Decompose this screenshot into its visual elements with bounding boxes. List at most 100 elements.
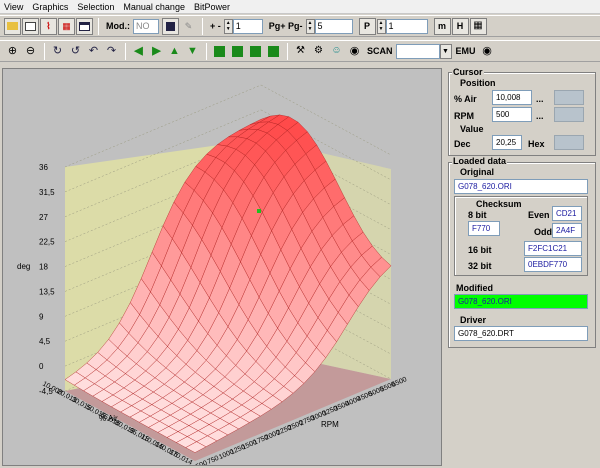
toolbar-separator <box>98 17 99 35</box>
info-panel: Cursor Position % Air 10,008 ... RPM 500… <box>446 66 598 466</box>
rotate-left-icon[interactable]: ↻ <box>49 43 66 60</box>
menu-manual-change[interactable]: Manual change <box>123 2 185 12</box>
bit8-field[interactable]: F770 <box>468 221 500 236</box>
rpm-dots: ... <box>536 111 544 121</box>
bit16-field[interactable]: F2FC1C21 <box>524 241 582 256</box>
chart-3d-icon[interactable]: ▦ <box>58 17 75 35</box>
plus-minus-input[interactable]: 1 <box>232 18 263 34</box>
undo-icon[interactable]: ↶ <box>85 43 102 60</box>
bit32-label: 32 bit <box>468 261 492 271</box>
modified-label: Modified <box>456 283 493 293</box>
cursor-marker <box>257 209 261 213</box>
hex-value-field[interactable] <box>554 135 584 150</box>
h-button[interactable]: H <box>451 17 469 35</box>
y-tick-label: 22,5 <box>39 238 55 247</box>
arrow-up-icon[interactable]: ▲ <box>166 43 183 60</box>
redo-icon[interactable]: ↷ <box>103 43 120 60</box>
value-label: Value <box>460 124 484 134</box>
y-tick-label: 0 <box>39 362 44 371</box>
pg-label: Pg+ Pg- <box>268 21 303 31</box>
select-row-icon[interactable] <box>229 43 246 60</box>
p-spinner[interactable]: ▲ ▼ <box>376 18 386 34</box>
toolbar-separator <box>287 42 288 60</box>
p-input[interactable]: 1 <box>385 18 428 34</box>
tools-icon[interactable]: ⚒ <box>292 43 309 60</box>
plus-minus-label: + - <box>210 21 221 31</box>
toolbar-separator <box>44 42 45 60</box>
y-tick-label: 27 <box>39 213 48 222</box>
even-field[interactable]: CD21 <box>552 206 582 221</box>
surface-chart-svg: 3631,52722,51813,594,50-4,5 10,00820,015… <box>17 84 408 468</box>
menu-view[interactable]: View <box>4 2 23 12</box>
pg-input[interactable]: 5 <box>314 18 353 34</box>
settings-icon[interactable]: ⚙ <box>310 43 327 60</box>
toolbar-separator <box>206 42 207 60</box>
table-view-icon[interactable] <box>22 17 39 35</box>
zoom-in-icon[interactable]: ⊕ <box>4 43 21 60</box>
menu-bar: View Graphics Selection Manual change Bi… <box>0 0 600 14</box>
scan-label: SCAN <box>367 46 393 56</box>
y-tick-label: 13,5 <box>39 287 55 296</box>
arrow-left-icon[interactable]: ◀ <box>130 43 147 60</box>
rpm-value-field[interactable]: 500 <box>492 107 532 122</box>
rotate-right-icon[interactable]: ↺ <box>67 43 84 60</box>
bit8-label: 8 bit <box>468 210 487 220</box>
loaded-data-title: Loaded data <box>452 156 508 166</box>
toolbar-separator <box>125 42 126 60</box>
pencil-icon[interactable]: ✎ <box>180 18 197 35</box>
cursor-title: Cursor <box>452 67 484 77</box>
even-label: Even <box>528 210 550 220</box>
select-column-icon[interactable] <box>247 43 264 60</box>
menu-selection[interactable]: Selection <box>77 2 114 12</box>
air-value-field[interactable]: 10,008 <box>492 90 532 105</box>
bit16-label: 16 bit <box>468 245 492 255</box>
open-folder-icon[interactable] <box>4 17 21 35</box>
person-icon[interactable]: ☺ <box>328 43 345 60</box>
mod-field[interactable]: NO <box>133 18 159 34</box>
plus-minus-spinner[interactable]: ▲ ▼ <box>223 18 233 34</box>
air-hex-field[interactable] <box>554 90 584 105</box>
menu-bitpower[interactable]: BitPower <box>194 2 230 12</box>
chart-2d-icon[interactable]: ⌇ <box>40 17 57 35</box>
air-dots: ... <box>536 94 544 104</box>
save-icon[interactable] <box>162 17 179 35</box>
zoom-out-icon[interactable]: ⊖ <box>22 43 39 60</box>
rpm-hex-field[interactable] <box>554 107 584 122</box>
toolbar-separator <box>202 17 203 35</box>
pg-spinner[interactable]: ▲ ▼ <box>305 18 315 34</box>
dec-value-field[interactable]: 20,25 <box>492 135 522 150</box>
arrow-down-icon[interactable]: ▼ <box>184 43 201 60</box>
m-button[interactable]: m <box>433 17 451 35</box>
y-tick-label: 36 <box>39 163 48 172</box>
mod-label: Mod.: <box>106 21 130 31</box>
arrow-right-icon[interactable]: ▶ <box>148 43 165 60</box>
surface-chart[interactable]: 36 31,5 27 22,5 18 13,5 9 4,5 0 -4,5 10,008 20,015… <box>2 68 442 468</box>
scan-select[interactable] <box>395 43 440 59</box>
original-file-field[interactable]: G078_620.ORI <box>454 179 588 194</box>
original-label: Original <box>460 167 495 177</box>
select-all-icon[interactable] <box>265 43 282 60</box>
y-tick-label: 4,5 <box>39 337 51 346</box>
air-axis-label: % Air <box>99 414 118 423</box>
p-button[interactable]: P <box>358 17 376 35</box>
odd-field[interactable]: 2A4F <box>552 223 582 238</box>
menu-graphics[interactable]: Graphics <box>32 2 68 12</box>
modified-file-field[interactable]: G078_620.ORI <box>454 294 588 309</box>
rpm-tick-label: 6500 <box>391 376 408 389</box>
emu-disc-icon[interactable]: ◉ <box>479 43 496 60</box>
driver-label: Driver <box>460 315 487 325</box>
y-tick-label: 31,5 <box>39 188 55 197</box>
disc-icon[interactable]: ◉ <box>346 43 363 60</box>
emu-label: EMU <box>455 46 476 56</box>
air-label: % Air <box>454 94 477 104</box>
position-label: Position <box>460 78 496 88</box>
y-tick-label: 9 <box>39 312 44 321</box>
select-cell-icon[interactable] <box>211 43 228 60</box>
chevron-down-icon[interactable]: ▼ <box>439 43 452 59</box>
toolbar-graph: ⊕ ⊖ ↻ ↺ ↶ ↷ ◀ ▶ ▲ ▼ ⚒ ⚙ ☺ ◉ SCAN ▼ EMU ◉ <box>0 40 600 62</box>
odd-label: Odd <box>534 227 552 237</box>
bit32-field[interactable]: 0EBDF770 <box>524 257 582 272</box>
grid-icon[interactable]: ▦ <box>469 17 487 35</box>
window-icon[interactable] <box>76 17 93 35</box>
driver-file-field[interactable]: G078_620.DRT <box>454 326 588 341</box>
